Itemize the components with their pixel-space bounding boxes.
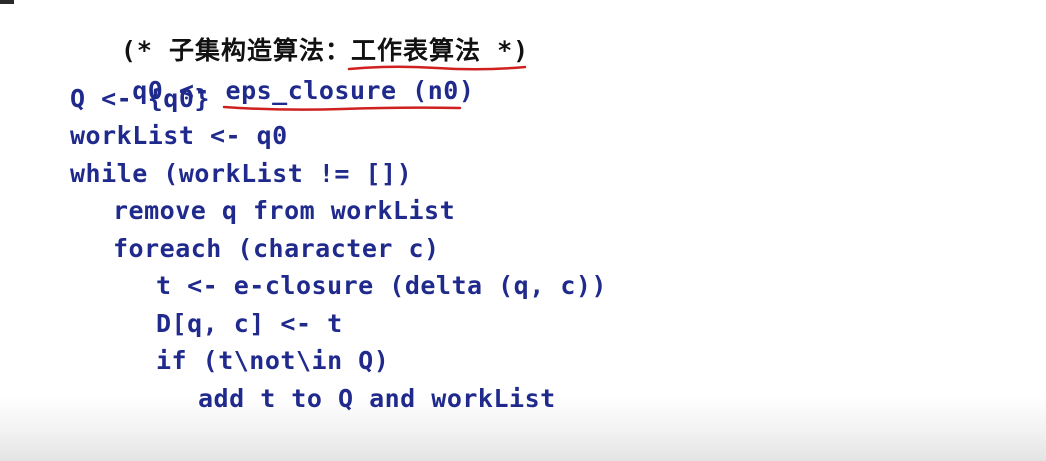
code-line-7: t <- e-closure (delta (q, c)): [156, 271, 607, 300]
code-line-1-post: (n0): [396, 76, 475, 105]
eps-closure-text: eps_closure: [225, 76, 397, 105]
code-line-10: add t to Q and workList: [198, 384, 556, 413]
code-line-3: workList <- q0: [70, 121, 288, 150]
code-line-8: D[q, c] <- t: [156, 309, 343, 338]
eps-closure-highlight: eps_closure: [222, 76, 461, 111]
code-line-6: foreach (character c): [113, 234, 440, 263]
slide: (* 子集构造算法：工作表算法 *) q0 <- eps_closure (n0…: [0, 0, 1046, 461]
red-underline: [222, 105, 461, 111]
code-line-2: Q <- {q0}: [70, 84, 210, 113]
code-line-9: if (t\not\in Q): [156, 346, 390, 375]
corner-mark: [0, 0, 14, 4]
code-line-5: remove q from workList: [113, 196, 456, 225]
code-line-4: while (workList != []): [70, 159, 413, 188]
comment-close: *): [481, 36, 530, 65]
